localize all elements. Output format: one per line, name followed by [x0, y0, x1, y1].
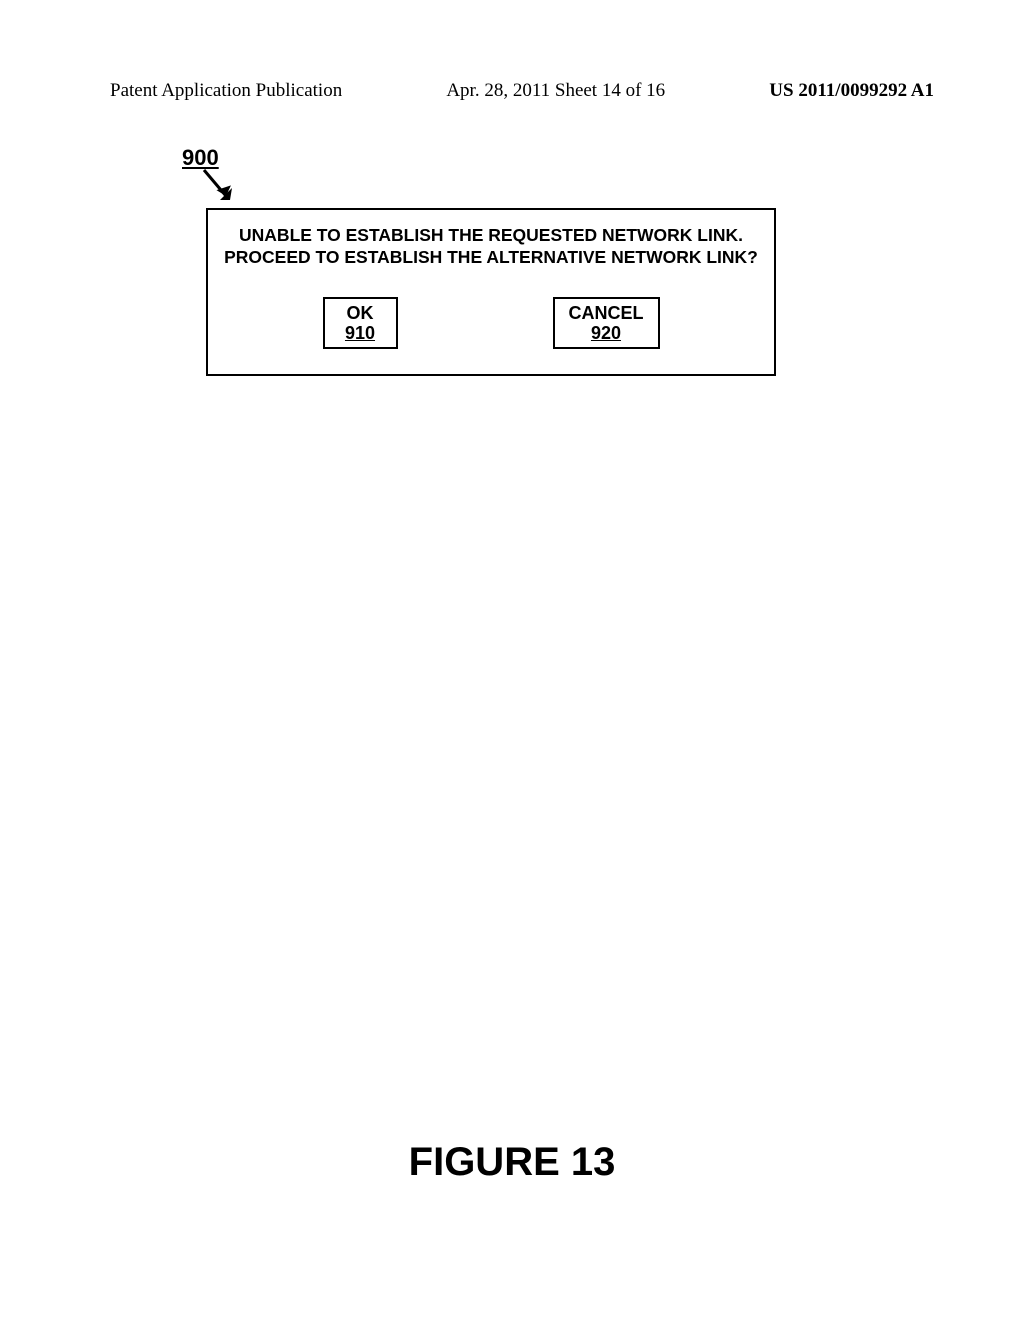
page-header: Patent Application Publication Apr. 28, …	[110, 80, 934, 102]
header-right: US 2011/0099292 A1	[769, 80, 934, 102]
page: Patent Application Publication Apr. 28, …	[0, 0, 1024, 1320]
dialog-box: UNABLE TO ESTABLISH THE REQUESTED NETWOR…	[206, 208, 776, 376]
cancel-button-label: CANCEL	[569, 304, 644, 324]
dialog-buttons: OK 910 CANCEL 920	[208, 297, 774, 350]
ok-button-label: OK	[339, 304, 382, 324]
cancel-button[interactable]: CANCEL 920	[553, 297, 660, 350]
header-center: Apr. 28, 2011 Sheet 14 of 16	[446, 80, 665, 102]
arrow-icon	[200, 166, 240, 210]
dialog-message-line1: UNABLE TO ESTABLISH THE REQUESTED NETWOR…	[218, 225, 764, 247]
cancel-button-ref: 920	[569, 324, 644, 344]
figure-caption: FIGURE 13	[0, 1140, 1024, 1185]
dialog-message-line2: PROCEED TO ESTABLISH THE ALTERNATIVE NET…	[218, 247, 764, 269]
dialog-message: UNABLE TO ESTABLISH THE REQUESTED NETWOR…	[208, 225, 774, 269]
ok-button[interactable]: OK 910	[323, 297, 398, 350]
ok-button-ref: 910	[339, 324, 382, 344]
header-left: Patent Application Publication	[110, 80, 342, 102]
